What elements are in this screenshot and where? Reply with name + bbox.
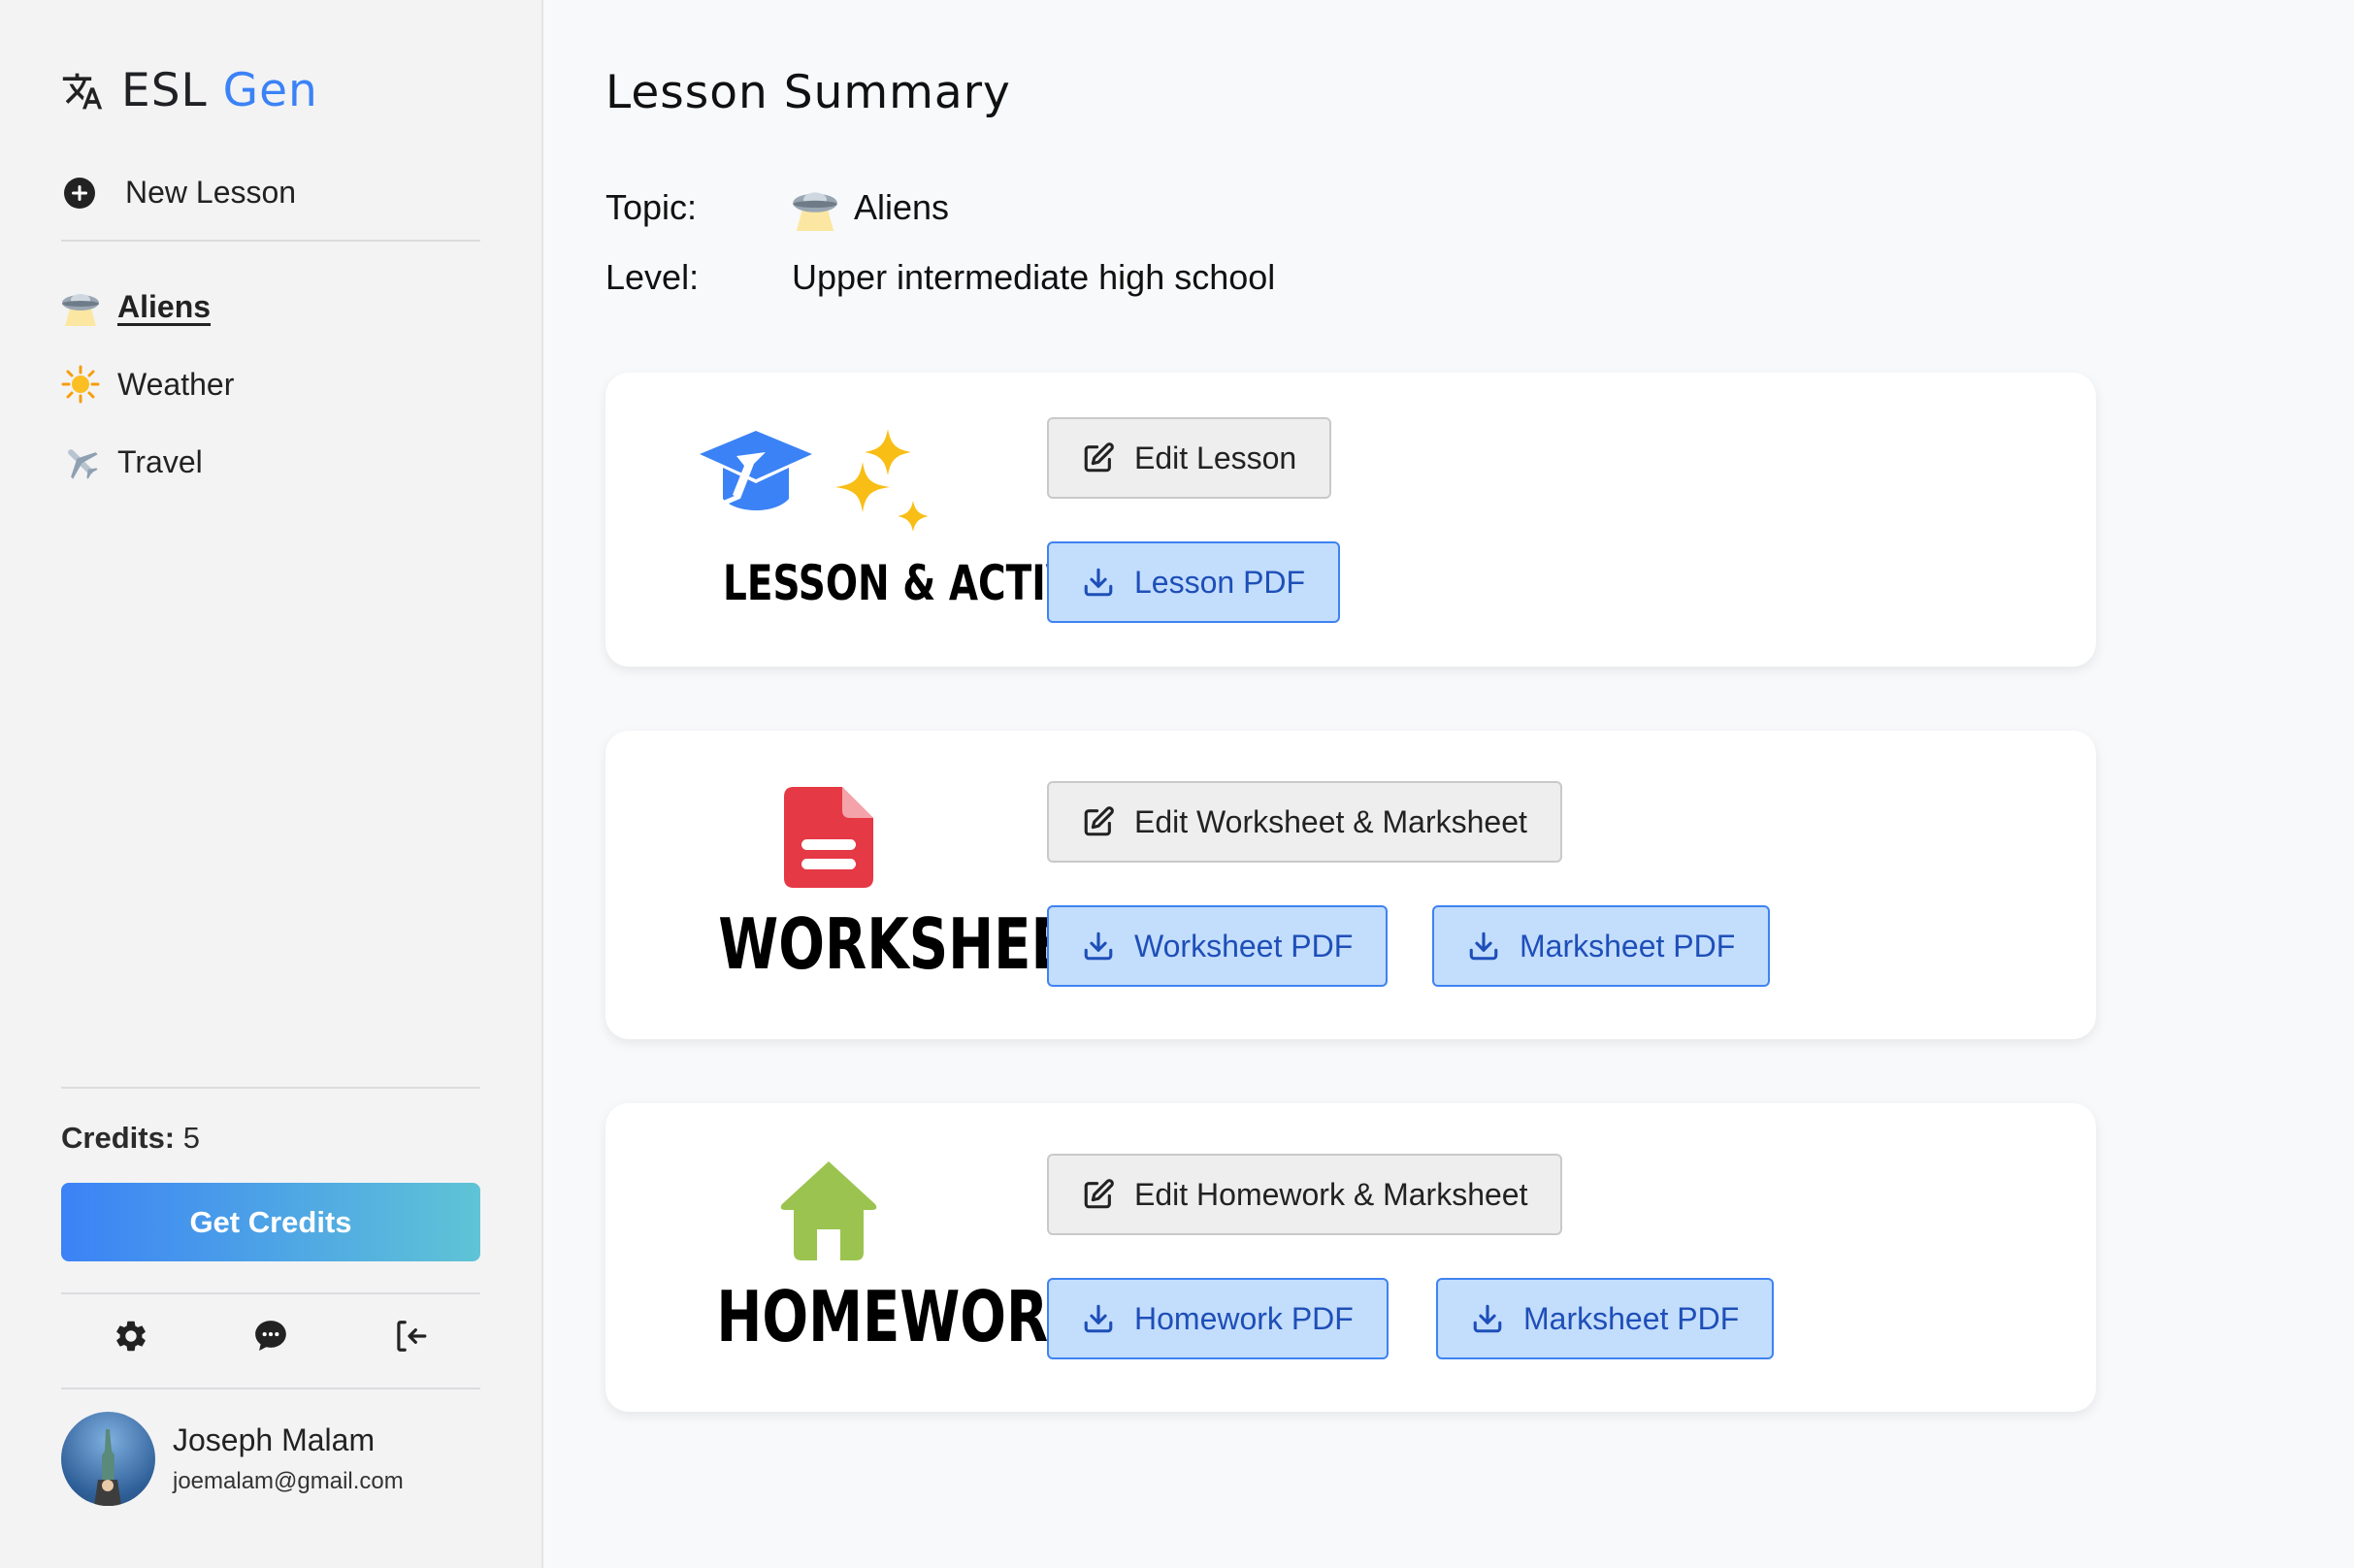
topic-label: Topic: [605, 187, 698, 227]
user-profile[interactable]: Joseph Malam joemalam@gmail.com [61, 1412, 404, 1506]
level-row: Level: Upper intermediate high school [605, 257, 1275, 298]
translate-icon [62, 73, 103, 109]
get-credits-button[interactable]: Get Credits [61, 1183, 480, 1261]
sidebar-item-weather[interactable]: Weather [61, 345, 234, 423]
level-label: Level: [605, 257, 700, 297]
settings-icon[interactable] [113, 1318, 149, 1355]
topic-value: Aliens [854, 187, 950, 227]
avatar [61, 1412, 155, 1506]
new-lesson-label: New Lesson [125, 175, 297, 210]
homework-pdf-button[interactable]: Homework PDF [1047, 1278, 1389, 1359]
plus-circle-icon [64, 177, 95, 209]
worksheet-illustration: WORKSHEET [664, 787, 1105, 985]
button-label: Marksheet PDF [1520, 928, 1736, 964]
download-icon [1084, 931, 1113, 961]
edit-icon [1084, 1179, 1114, 1209]
lesson-illustration: LESSON & ACTIVITY [664, 423, 1142, 611]
lesson-card: LESSON & ACTIVITY Edit Lesson Lesson PDF [605, 373, 2096, 667]
sidebar-item-label: Weather [117, 366, 235, 402]
logout-icon[interactable] [391, 1318, 428, 1355]
download-icon [1084, 568, 1113, 597]
lesson-list: Aliens Weather Travel [61, 268, 234, 501]
edit-icon [1084, 806, 1114, 836]
footer-actions [61, 1310, 480, 1362]
sidebar-item-label: Aliens [117, 288, 212, 324]
homework-marksheet-pdf-button[interactable]: Marksheet PDF [1436, 1278, 1775, 1359]
download-icon [1469, 931, 1498, 961]
credits-label: Credits: [61, 1121, 176, 1155]
divider [61, 1388, 480, 1389]
page-title: Lesson Summary [605, 66, 1011, 119]
level-value: Upper intermediate high school [792, 257, 1276, 297]
app-logo[interactable]: ESL Gen [61, 64, 318, 117]
worksheet-marksheet-pdf-button[interactable]: Marksheet PDF [1432, 905, 1771, 987]
credits-value: 5 [182, 1121, 201, 1155]
ufo-icon [793, 192, 837, 231]
home-icon [780, 1161, 877, 1260]
document-icon [784, 787, 873, 888]
button-label: Marksheet PDF [1523, 1300, 1740, 1336]
edit-lesson-button[interactable]: Edit Lesson [1047, 417, 1332, 499]
download-icon [1084, 1304, 1113, 1333]
topic-row: Topic: Aliens [605, 184, 949, 231]
sidebar-item-label: Travel [117, 443, 203, 479]
divider [61, 1292, 480, 1294]
sun-icon [61, 365, 100, 404]
edit-icon [1084, 442, 1114, 473]
homework-card: HOMEWORK Edit Homework & Marksheet Homew… [605, 1103, 2096, 1412]
lesson-pdf-button[interactable]: Lesson PDF [1047, 541, 1341, 623]
worksheet-pdf-button[interactable]: Worksheet PDF [1047, 905, 1389, 987]
homework-illustration: HOMEWORK [664, 1160, 1091, 1357]
button-label: Lesson PDF [1134, 564, 1306, 600]
credits-display: Credits: 5 [61, 1121, 200, 1156]
edit-worksheet-button[interactable]: Edit Worksheet & Marksheet [1047, 781, 1562, 863]
button-label: Homework PDF [1134, 1300, 1354, 1336]
brand-name: ESL [121, 64, 208, 117]
ufo-icon [61, 287, 100, 326]
button-label: Edit Lesson [1134, 440, 1297, 475]
worksheet-card: WORKSHEET Edit Worksheet & Marksheet Wor… [605, 731, 2096, 1039]
edit-homework-button[interactable]: Edit Homework & Marksheet [1047, 1154, 1563, 1235]
download-icon [1473, 1304, 1502, 1333]
button-label: Edit Homework & Marksheet [1134, 1176, 1528, 1212]
sidebar: ESL Gen New Lesson Aliens Weather Travel… [0, 0, 543, 1568]
sidebar-item-aliens[interactable]: Aliens [61, 268, 234, 345]
airplane-icon [61, 442, 100, 481]
sidebar-item-travel[interactable]: Travel [61, 423, 234, 501]
button-label: Edit Worksheet & Marksheet [1134, 803, 1527, 839]
card-heading: HOMEWORK [716, 1276, 1091, 1357]
new-lesson-button[interactable]: New Lesson [63, 175, 296, 211]
user-email: joemalam@gmail.com [173, 1468, 404, 1494]
user-name: Joseph Malam [173, 1422, 376, 1457]
brand-accent: Gen [222, 64, 318, 117]
divider [61, 240, 480, 242]
divider [61, 1087, 480, 1089]
chat-icon[interactable] [252, 1318, 289, 1355]
button-label: Worksheet PDF [1134, 928, 1354, 964]
graduation-cap-sparkles-icon [700, 429, 929, 532]
